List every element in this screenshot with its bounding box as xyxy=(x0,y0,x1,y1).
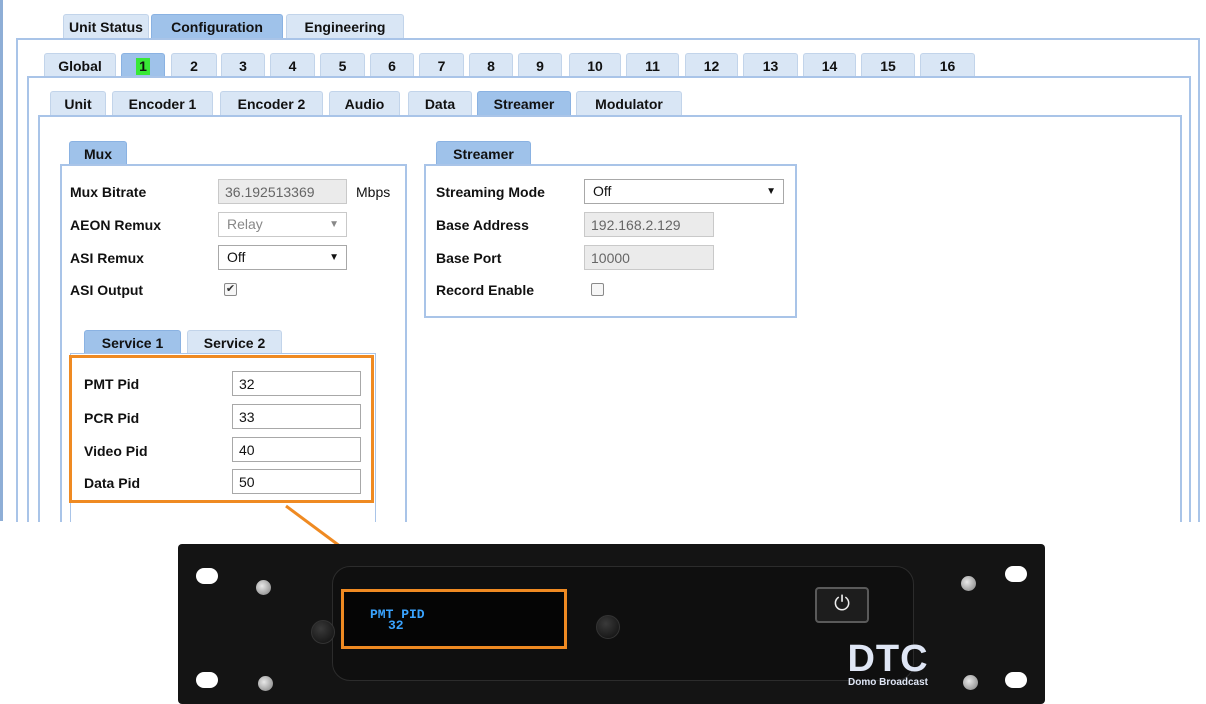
channel-tab-4[interactable]: 4 xyxy=(270,53,315,77)
power-icon: ⏻ xyxy=(815,587,869,623)
chevron-down-icon: ▼ xyxy=(766,186,776,197)
channel-tab-5[interactable]: 5 xyxy=(320,53,365,77)
channel-tab-3[interactable]: 3 xyxy=(221,53,265,77)
mux-bitrate-label: Mux Bitrate xyxy=(70,184,147,200)
channel-tab-1[interactable]: 1 xyxy=(121,53,165,77)
aeon-remux-label: AEON Remux xyxy=(70,217,162,233)
screw-icon xyxy=(963,675,978,690)
asi-output-checkbox[interactable]: ✔ xyxy=(224,283,237,296)
mux-bitrate-field xyxy=(218,179,347,204)
chevron-down-icon: ▼ xyxy=(329,252,339,263)
subtab-data[interactable]: Data xyxy=(408,91,472,115)
rack-ear-hole xyxy=(1005,672,1027,688)
channel-tab-11[interactable]: 11 xyxy=(626,53,679,77)
record-enable-checkbox[interactable] xyxy=(591,283,604,296)
rack-ear-hole xyxy=(196,672,218,688)
record-enable-label: Record Enable xyxy=(436,282,535,298)
base-port-field xyxy=(584,245,714,270)
display-line-2: 32 xyxy=(388,618,404,633)
channel-tab-14[interactable]: 14 xyxy=(803,53,856,77)
channel-tab-9[interactable]: 9 xyxy=(518,53,562,77)
channel-tab-global[interactable]: Global xyxy=(44,53,116,77)
asi-remux-value: Off xyxy=(227,249,246,265)
streamer-group-tab: Streamer xyxy=(436,141,531,165)
crop-mask xyxy=(4,522,1206,544)
tab-service-1[interactable]: Service 1 xyxy=(84,330,181,354)
knob-right xyxy=(596,615,620,639)
subtab-unit[interactable]: Unit xyxy=(50,91,106,115)
asi-remux-select[interactable]: Off ▼ xyxy=(218,245,347,270)
left-edge-bar xyxy=(0,0,3,521)
channel-tab-16[interactable]: 16 xyxy=(920,53,975,77)
base-address-label: Base Address xyxy=(436,217,529,233)
base-port-label: Base Port xyxy=(436,250,502,266)
streaming-mode-label: Streaming Mode xyxy=(436,184,545,200)
rack-ear-hole xyxy=(196,568,218,584)
subtab-audio[interactable]: Audio xyxy=(329,91,400,115)
service-highlight-box xyxy=(69,355,374,503)
knob-left xyxy=(311,620,335,644)
channel-tab-15[interactable]: 15 xyxy=(861,53,915,77)
subtab-encoder-2[interactable]: Encoder 2 xyxy=(220,91,323,115)
channel-tab-13[interactable]: 13 xyxy=(743,53,798,77)
streaming-mode-select[interactable]: Off ▼ xyxy=(584,179,784,204)
base-address-field xyxy=(584,212,714,237)
subtab-streamer[interactable]: Streamer xyxy=(477,91,571,115)
channel-tab-8[interactable]: 8 xyxy=(469,53,513,77)
aeon-remux-select: Relay ▼ xyxy=(218,212,347,237)
tab-engineering[interactable]: Engineering xyxy=(286,14,404,38)
channel-tab-1-label: 1 xyxy=(136,58,150,75)
channel-tab-12[interactable]: 12 xyxy=(685,53,738,77)
channel-tab-10[interactable]: 10 xyxy=(569,53,621,77)
encoder-device: PMT PID 32 ⏻ DTC Domo Broadcast xyxy=(178,544,1045,704)
subtab-encoder-1[interactable]: Encoder 1 xyxy=(112,91,213,115)
chevron-down-icon: ▼ xyxy=(329,219,339,230)
channel-tab-6[interactable]: 6 xyxy=(370,53,414,77)
checkmark-icon: ✔ xyxy=(225,283,236,295)
channel-tab-2[interactable]: 2 xyxy=(171,53,217,77)
asi-remux-label: ASI Remux xyxy=(70,250,144,266)
subtab-modulator[interactable]: Modulator xyxy=(576,91,682,115)
mux-bitrate-unit: Mbps xyxy=(356,184,391,200)
tab-service-2[interactable]: Service 2 xyxy=(187,330,282,354)
screw-icon xyxy=(961,576,976,591)
logo-text: DTC xyxy=(847,638,929,680)
front-display: PMT PID 32 xyxy=(341,589,567,649)
asi-output-label: ASI Output xyxy=(70,282,144,298)
logo-subtext: Domo Broadcast xyxy=(847,677,928,688)
tab-unit-status[interactable]: Unit Status xyxy=(63,14,149,38)
rack-ear-hole xyxy=(1005,566,1027,582)
streaming-mode-value: Off xyxy=(593,183,612,199)
aeon-remux-value: Relay xyxy=(227,216,263,232)
tab-configuration[interactable]: Configuration xyxy=(151,14,283,38)
dtc-logo: DTC Domo Broadcast xyxy=(840,638,936,693)
channel-tab-7[interactable]: 7 xyxy=(419,53,464,77)
screw-icon xyxy=(258,676,273,691)
screw-icon xyxy=(256,580,271,595)
mux-group-tab: Mux xyxy=(69,141,127,165)
